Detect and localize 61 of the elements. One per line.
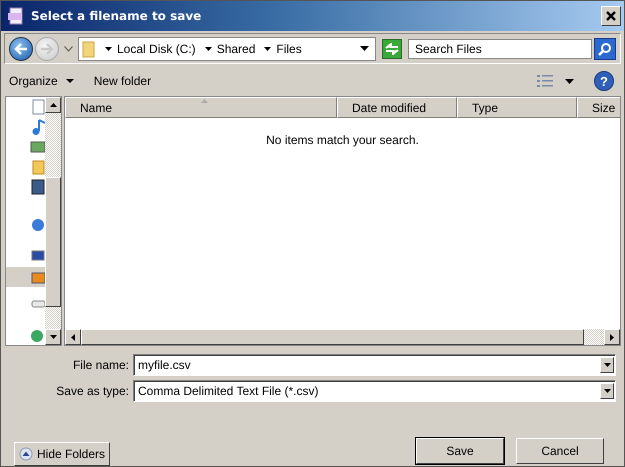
search-icon [598,42,612,56]
column-header[interactable]: Date modified [337,97,457,118]
cancel-button[interactable]: Cancel [516,438,604,464]
navigation-item[interactable] [6,267,46,288]
save-button[interactable]: Save [416,438,504,464]
dropdown-button[interactable] [600,357,614,373]
file-type-dropdown[interactable]: Comma Delimited Text File (*.csv) [133,380,616,402]
arrow-right-icon [40,42,54,55]
scroll-up-button[interactable] [45,97,61,114]
arrow-down-icon [50,335,56,339]
field-value: myfile.csv [138,358,192,372]
address-bar[interactable]: Local Disk (C:) Shared Files [78,36,376,61]
scroll-thumb[interactable] [45,177,61,308]
close-icon [605,10,617,22]
caret-icon [604,363,610,367]
scroll-right-button[interactable] [604,329,620,345]
caret-icon[interactable] [204,46,212,51]
arrow-right-icon [610,334,614,340]
file-icon [7,6,25,25]
empty-message: No items match your search. [266,133,419,150]
caret-icon[interactable] [565,78,574,84]
breadcrumb[interactable]: Shared [216,42,256,56]
music-note-icon [30,119,46,136]
file-name-field[interactable]: myfile.csv [133,354,616,376]
column-header[interactable]: Size [577,97,620,118]
scroll-down-button[interactable] [45,329,61,345]
window-title: Select a filename to save [31,8,202,23]
caret-icon[interactable] [264,46,272,51]
dropdown-button[interactable] [600,383,614,399]
arrow-up-icon [50,103,56,108]
arrow-up-icon [19,447,33,461]
caret-icon [604,389,610,393]
folder-icon [30,159,46,176]
refresh-icon [385,42,399,55]
field-label: File name: [72,358,129,372]
column-header[interactable]: Name [65,97,337,118]
caret-icon [66,79,74,84]
folder-icon [82,40,96,58]
column-header[interactable]: Type [457,97,577,118]
breadcrumb[interactable]: Local Disk (C:) [117,42,196,56]
arrow-left-icon [71,334,75,340]
arrow-left-icon [14,42,28,55]
search-field[interactable]: Search Files [408,38,592,59]
help-button[interactable]: ? [594,71,614,92]
refresh-button[interactable] [382,38,402,59]
scroll-left-button[interactable] [65,329,81,345]
breadcrumb[interactable]: Files [276,42,302,56]
back-button[interactable] [9,36,33,61]
field-value: Comma Delimited Text File (*.csv) [138,384,320,398]
organize-button[interactable]: Organize [9,74,74,88]
hide-folders-button[interactable]: Hide Folders [14,442,110,466]
document-icon [30,99,46,116]
close-button[interactable] [601,6,621,26]
scroll-thumb[interactable] [81,329,584,345]
new-folder-button[interactable]: New folder [94,74,152,88]
image-icon [30,139,46,156]
search-button[interactable] [594,38,616,60]
caret-icon[interactable] [360,46,369,52]
sort-arrow-icon [201,99,208,104]
caret-icon[interactable] [105,46,112,51]
field-label: Save as type: [55,384,129,398]
